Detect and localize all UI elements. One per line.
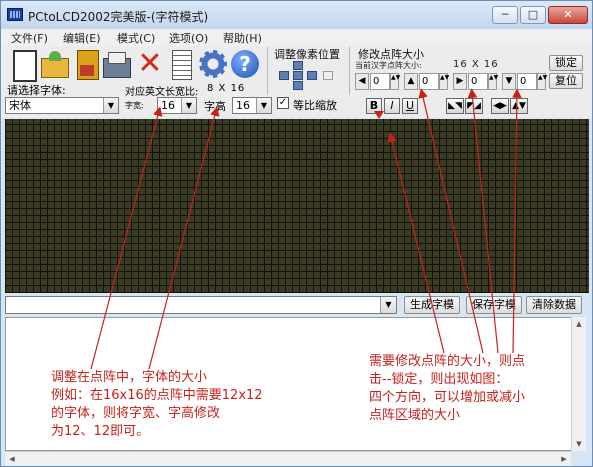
- left-arrow-icon[interactable]: ◀: [355, 73, 369, 90]
- vertical-scrollbar[interactable]: ▲ ▼: [571, 317, 586, 451]
- adjust-pixel-title: 调整像素位置: [274, 48, 340, 61]
- proportional-checkbox[interactable]: ✓: [277, 97, 289, 109]
- menu-file[interactable]: 文件(F): [11, 30, 48, 46]
- scroll-down-icon[interactable]: ▼: [572, 437, 586, 451]
- bold-button[interactable]: B: [366, 98, 382, 114]
- minimize-button[interactable]: ─: [492, 6, 518, 24]
- save-icon[interactable]: [71, 48, 101, 82]
- spinner-up-value[interactable]: 0: [419, 73, 439, 90]
- char-width-label: 字宽:: [125, 101, 144, 110]
- maximize-button[interactable]: □: [520, 6, 546, 24]
- app-window: PCtoLCD2002完美版-(字符模式) ─ □ ✕ 文件(F) 编辑(E) …: [0, 0, 593, 467]
- reset-button[interactable]: 复位: [549, 73, 583, 89]
- help-icon[interactable]: [229, 48, 259, 82]
- save-font-button[interactable]: 保存字模: [466, 296, 522, 314]
- rotate-left-icon[interactable]: ◣◥: [446, 98, 464, 114]
- spinner-right-updown[interactable]: ▲▼: [488, 73, 498, 90]
- scroll-right-icon[interactable]: ▶: [557, 452, 571, 466]
- shift-down-icon[interactable]: [293, 81, 303, 90]
- italic-button[interactable]: I: [384, 98, 400, 114]
- choose-font-label: 请选择字体:: [7, 84, 66, 97]
- proportional-label: 等比缩放: [293, 99, 337, 112]
- settings-icon[interactable]: [197, 48, 227, 82]
- open-icon[interactable]: [39, 48, 69, 82]
- chevron-down-icon[interactable]: ▼: [103, 98, 118, 113]
- window-title: PCtoLCD2002完美版-(字符模式): [28, 10, 209, 24]
- adjust-pixel-controls: [279, 61, 339, 91]
- scroll-up-icon[interactable]: ▲: [572, 317, 586, 331]
- chevron-down-icon[interactable]: ▼: [256, 98, 271, 113]
- horizontal-scrollbar[interactable]: ◀ ▶: [5, 451, 571, 466]
- char-height-value: 16: [236, 99, 250, 112]
- char-height-label: 字高: [204, 100, 226, 113]
- app-icon: [7, 8, 23, 21]
- spinner-left-updown[interactable]: ▲▼: [390, 73, 400, 90]
- flip-vertical-icon[interactable]: ▲▼: [510, 98, 528, 114]
- menu-edit[interactable]: 编辑(E): [63, 30, 101, 46]
- char-height-select[interactable]: 16 ▼: [232, 97, 272, 114]
- shift-left-icon[interactable]: [279, 71, 289, 80]
- matrix-size-value: 16 X 16: [453, 59, 499, 70]
- chevron-down-icon[interactable]: ▼: [380, 297, 396, 313]
- shift-center-icon[interactable]: [293, 71, 303, 80]
- flip-horizontal-icon[interactable]: ◀▶: [491, 98, 509, 114]
- document-icon[interactable]: [165, 48, 195, 82]
- text-input[interactable]: ▼: [5, 296, 397, 314]
- menu-options[interactable]: 选项(O): [169, 30, 208, 46]
- annotation-font-size: 调整在点阵中，字体的大小 例如：在16x16的点阵中需要12x12 的字体，则将…: [51, 370, 263, 439]
- annotation-matrix-size: 需要修改点阵的大小，则点 击--锁定，则出现如图： 四个方向，可以增加或减小 点…: [369, 354, 526, 423]
- spinner-left-value[interactable]: 0: [370, 73, 390, 90]
- toolbar-separator: [267, 47, 268, 95]
- shift-right-icon[interactable]: [307, 71, 317, 80]
- delete-icon[interactable]: ✕: [135, 48, 165, 82]
- spinner-down-updown[interactable]: ▲▼: [537, 73, 547, 90]
- generate-button[interactable]: 生成字模: [404, 296, 460, 314]
- clear-data-button[interactable]: 清除数据: [526, 296, 582, 314]
- underline-button[interactable]: U: [402, 98, 418, 114]
- up-arrow-icon[interactable]: ▲: [404, 73, 418, 90]
- matrix-size-caption: 当前汉字点阵大小:: [355, 61, 422, 70]
- char-width-value: 16: [161, 99, 175, 112]
- font-select-value: 宋体: [9, 99, 31, 112]
- new-icon[interactable]: [7, 48, 37, 82]
- menu-bar: 文件(F) 编辑(E) 模式(C) 选项(O) 帮助(H): [1, 29, 592, 46]
- scroll-left-icon[interactable]: ◀: [5, 452, 19, 466]
- right-arrow-icon[interactable]: ▶: [453, 73, 467, 90]
- dot-matrix-grid[interactable]: [5, 119, 589, 293]
- lock-button[interactable]: 锁定: [549, 55, 583, 71]
- menu-mode[interactable]: 模式(C): [117, 30, 155, 46]
- down-arrow-icon[interactable]: ▼: [502, 73, 516, 90]
- invert-icon[interactable]: [323, 71, 333, 80]
- close-button[interactable]: ✕: [548, 6, 588, 24]
- shift-up-icon[interactable]: [293, 61, 303, 70]
- spinner-up-updown[interactable]: ▲▼: [439, 73, 449, 90]
- export-icon[interactable]: [101, 48, 131, 82]
- spinner-right-value[interactable]: 0: [468, 73, 488, 90]
- toolbar-separator: [349, 47, 350, 95]
- ascii-ratio-label: 对应英文长宽比:: [125, 87, 199, 98]
- menu-help[interactable]: 帮助(H): [223, 30, 262, 46]
- font-select[interactable]: 宋体 ▼: [5, 97, 119, 114]
- rotate-right-icon[interactable]: ◤◢: [465, 98, 483, 114]
- chevron-down-icon[interactable]: ▼: [181, 98, 196, 113]
- spinner-down-value[interactable]: 0: [517, 73, 537, 90]
- char-width-select[interactable]: 16 ▼: [157, 97, 197, 114]
- title-bar: PCtoLCD2002完美版-(字符模式) ─ □ ✕: [1, 1, 592, 29]
- ascii-ratio-value: 8 X 16: [207, 83, 246, 94]
